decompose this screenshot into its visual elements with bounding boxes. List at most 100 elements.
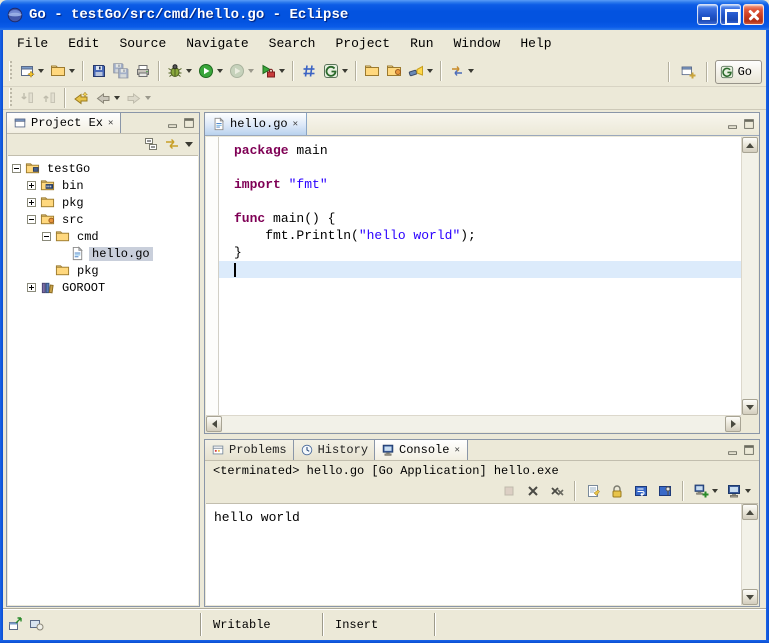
annotation-ruler[interactable]	[206, 137, 219, 415]
toolbar-grip[interactable]	[9, 88, 12, 108]
dropdown-arrow-icon[interactable]	[145, 96, 151, 100]
code-line-7[interactable]: }	[219, 244, 741, 261]
debug-button[interactable]	[164, 59, 195, 83]
code-line-4[interactable]	[219, 193, 741, 210]
tree-item-pkg[interactable]: pkg	[8, 194, 198, 211]
dropdown-arrow-icon[interactable]	[114, 96, 120, 100]
tab-console[interactable]: Console ✕	[375, 440, 468, 460]
close-button[interactable]	[743, 4, 764, 25]
console-output[interactable]: hello world	[206, 503, 758, 605]
tree-item-src[interactable]: src	[8, 211, 198, 228]
menu-source[interactable]: Source	[109, 33, 176, 54]
previous-annotation-button[interactable]	[38, 88, 60, 108]
code-area[interactable]: package main import "fmt" func main() { fm…	[219, 137, 741, 415]
toolbar-grip[interactable]	[9, 61, 12, 81]
editor-vertical-scrollbar[interactable]	[741, 137, 758, 415]
dropdown-arrow-icon[interactable]	[427, 69, 433, 73]
code-line-5[interactable]: func main() {	[219, 210, 741, 227]
tree-expander-icon[interactable]	[12, 164, 21, 173]
tree-item-GOROOT[interactable]: GOROOT	[8, 279, 198, 296]
next-annotation-button[interactable]	[16, 88, 38, 108]
menu-project[interactable]: Project	[325, 33, 400, 54]
view-menu-button[interactable]	[185, 142, 193, 147]
tab-project-explorer[interactable]: Project Ex ✕	[7, 113, 121, 133]
dropdown-arrow-icon[interactable]	[186, 69, 192, 73]
tree-item-bin[interactable]: bin	[8, 177, 198, 194]
menu-navigate[interactable]: Navigate	[176, 33, 258, 54]
minimize-button[interactable]	[697, 4, 718, 25]
fast-view-icon[interactable]	[7, 616, 23, 632]
display-console-button[interactable]	[723, 479, 754, 503]
tree-item-pkg[interactable]: pkg	[8, 262, 198, 279]
open-perspective-button[interactable]	[677, 60, 699, 84]
scroll-down-button[interactable]	[742, 399, 758, 415]
save-button[interactable]	[88, 59, 110, 83]
editor-horizontal-scrollbar[interactable]	[206, 415, 741, 432]
menu-edit[interactable]: Edit	[58, 33, 109, 54]
close-editor-icon[interactable]: ✕	[292, 119, 299, 130]
code-line-6[interactable]: fmt.Println("hello world");	[219, 227, 741, 244]
close-view-icon[interactable]: ✕	[453, 445, 460, 456]
scroll-left-button[interactable]	[206, 416, 222, 432]
minimize-view-button[interactable]	[726, 443, 740, 457]
tab-history[interactable]: History	[294, 440, 375, 460]
tree-expander-icon[interactable]	[27, 283, 36, 292]
save-all-button[interactable]	[110, 59, 132, 83]
tree-item-cmd[interactable]: cmd	[8, 228, 198, 245]
maximize-view-button[interactable]	[742, 117, 756, 131]
maximize-view-button[interactable]	[182, 116, 196, 130]
forward-button[interactable]	[123, 88, 154, 108]
close-view-icon[interactable]: ✕	[107, 118, 114, 129]
tree-expander-icon[interactable]	[27, 198, 36, 207]
code-line-8[interactable]	[219, 261, 741, 278]
run-button[interactable]	[195, 59, 226, 83]
remove-launch-button[interactable]	[522, 479, 544, 503]
tree-item-testGo[interactable]: testGo	[8, 160, 198, 177]
tree-item-hello.go[interactable]: hello.go	[8, 245, 198, 262]
scroll-right-button[interactable]	[725, 416, 741, 432]
tab-problems[interactable]: Problems	[205, 440, 294, 460]
dropdown-arrow-icon[interactable]	[69, 69, 75, 73]
tree-expander-icon[interactable]	[27, 215, 36, 224]
menu-window[interactable]: Window	[444, 33, 511, 54]
clear-console-button[interactable]	[582, 479, 604, 503]
remove-all-launches-button[interactable]	[546, 479, 568, 503]
console-scrollbar[interactable]	[741, 504, 758, 605]
scroll-up-button[interactable]	[742, 137, 758, 153]
minimize-view-button[interactable]	[166, 116, 180, 130]
titlebar[interactable]: Go - testGo/src/cmd/hello.go - Eclipse	[0, 0, 769, 30]
minimize-view-button[interactable]	[726, 117, 740, 131]
code-line-3[interactable]: import "fmt"	[219, 176, 741, 193]
dropdown-arrow-icon[interactable]	[468, 69, 474, 73]
terminate-button[interactable]	[498, 479, 520, 503]
menu-help[interactable]: Help	[510, 33, 561, 54]
menu-search[interactable]: Search	[259, 33, 326, 54]
code-line-1[interactable]: package main	[219, 142, 741, 159]
new-menu-button[interactable]	[47, 59, 78, 83]
open-package-button[interactable]	[383, 59, 405, 83]
search-button[interactable]	[405, 59, 436, 83]
link-with-editor-button[interactable]	[164, 136, 180, 152]
external-tools-button[interactable]	[257, 59, 288, 83]
menu-file[interactable]: File	[7, 33, 58, 54]
tree-expander-icon[interactable]	[27, 181, 36, 190]
project-tree[interactable]: testGobinpkgsrccmdhello.gopkgGOROOT	[8, 155, 198, 605]
perspective-go-button[interactable]: Go	[715, 60, 762, 84]
tree-expander-icon[interactable]	[42, 232, 51, 241]
launch-indicator-icon[interactable]	[28, 616, 44, 632]
scroll-lock-button[interactable]	[606, 479, 628, 503]
print-button[interactable]	[132, 59, 154, 83]
pin-console-button[interactable]	[654, 479, 676, 503]
goclipse-menu-button[interactable]	[320, 59, 351, 83]
coverage-button[interactable]	[226, 59, 257, 83]
tab-hello-go[interactable]: hello.go ✕	[205, 113, 307, 135]
dropdown-arrow-icon[interactable]	[712, 489, 718, 493]
new-wizard-button[interactable]	[16, 59, 47, 83]
scroll-down-button[interactable]	[742, 589, 758, 605]
dropdown-arrow-icon[interactable]	[217, 69, 223, 73]
last-edit-location-button[interactable]	[70, 88, 92, 108]
dropdown-arrow-icon[interactable]	[745, 489, 751, 493]
maximize-view-button[interactable]	[742, 443, 756, 457]
word-wrap-button[interactable]	[630, 479, 652, 503]
open-resource-button[interactable]	[361, 59, 383, 83]
